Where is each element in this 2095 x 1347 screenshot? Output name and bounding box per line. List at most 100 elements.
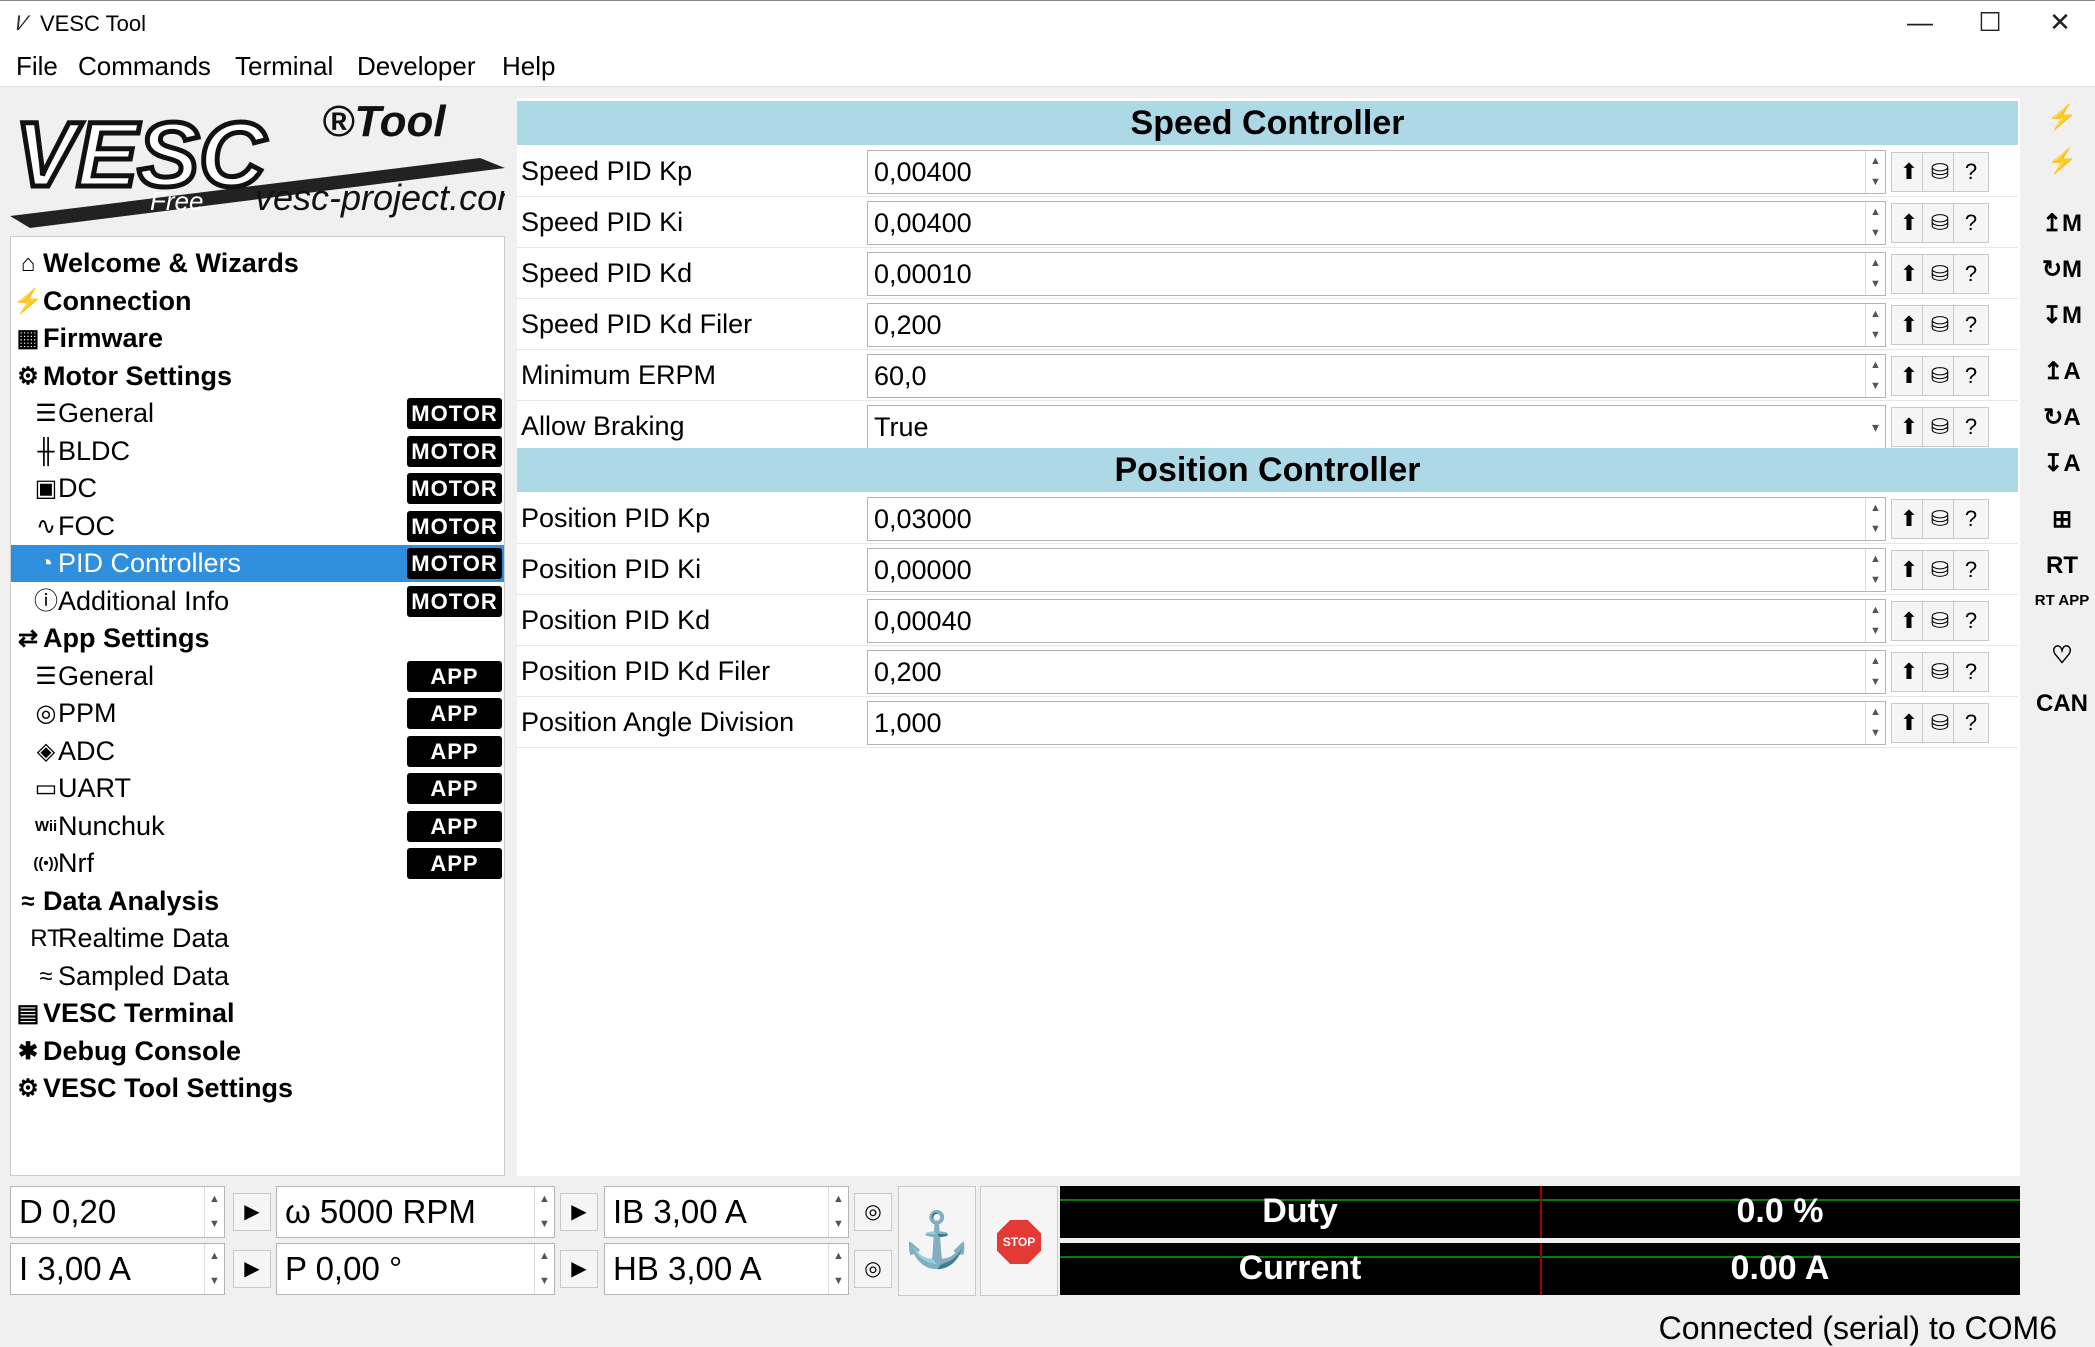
write-app-icon[interactable]: ↥A bbox=[2030, 350, 2094, 394]
menu-developer[interactable]: Developer bbox=[357, 51, 476, 82]
tree-item-bldc[interactable]: ╫ BLDC MOTOR bbox=[11, 433, 504, 470]
param-spinbox[interactable]: 0,00400 ▲ ▼ bbox=[867, 150, 1886, 194]
anchor-button[interactable]: ⚓ bbox=[898, 1186, 976, 1296]
tree-item-connection[interactable]: ⚡ Connection bbox=[11, 283, 504, 320]
tree-item-app-settings[interactable]: ⇄ App Settings bbox=[11, 620, 504, 657]
brake-value: IB 3,00 A bbox=[613, 1193, 747, 1230]
realtime-icon[interactable]: RT bbox=[2030, 544, 2094, 588]
spin-arrows-icon[interactable]: ▲ ▼ bbox=[1865, 304, 1885, 346]
param-help-button[interactable]: ? bbox=[1953, 356, 1989, 396]
param-help-button[interactable]: ? bbox=[1953, 601, 1989, 641]
menu-file[interactable]: File bbox=[16, 51, 58, 82]
brake-play-button[interactable]: ◎ bbox=[854, 1193, 892, 1231]
handbrake-play-button[interactable]: ◎ bbox=[854, 1250, 892, 1288]
param-spinbox[interactable]: 1,000 ▲ ▼ bbox=[867, 701, 1886, 745]
stop-button[interactable]: STOP bbox=[980, 1186, 1058, 1296]
tree-item-firmware[interactable]: ▦ Firmware bbox=[11, 320, 504, 357]
tree-item-pid-controllers[interactable]: ◔ PID Controllers MOTOR bbox=[11, 545, 504, 582]
param-spinbox[interactable]: 0,200 ▲ ▼ bbox=[867, 303, 1886, 347]
tree-item-debug-console[interactable]: ✱ Debug Console bbox=[11, 1033, 504, 1070]
tree-item-welcome-wizards[interactable]: ⌂ Welcome & Wizards bbox=[11, 245, 504, 282]
tree-item-general[interactable]: ☰ General APP bbox=[11, 658, 504, 695]
tree-item-dc[interactable]: ▣ DC MOTOR bbox=[11, 470, 504, 507]
handbrake-value: HB 3,00 A bbox=[613, 1250, 762, 1287]
write-motor-icon[interactable]: ↥M bbox=[2030, 202, 2094, 246]
connect-icon[interactable]: ⚡ bbox=[2030, 96, 2094, 140]
tree-item-label: VESC Tool Settings bbox=[43, 1073, 294, 1103]
param-help-button[interactable]: ? bbox=[1953, 407, 1989, 447]
param-help-button[interactable]: ? bbox=[1953, 703, 1989, 743]
menu-help[interactable]: Help bbox=[502, 51, 555, 82]
tree-item-foc[interactable]: ∿ FOC MOTOR bbox=[11, 508, 504, 545]
handbrake-input[interactable]: HB 3,00 A ▲ ▼ bbox=[604, 1243, 849, 1295]
menu-terminal[interactable]: Terminal bbox=[235, 51, 333, 82]
minimize-button[interactable]: — bbox=[1885, 1, 1955, 46]
current-play-button[interactable]: ▶ bbox=[233, 1250, 271, 1288]
param-help-button[interactable]: ? bbox=[1953, 254, 1989, 294]
tree-item-vesc-tool-settings[interactable]: ⚙ VESC Tool Settings bbox=[11, 1070, 504, 1107]
param-help-button[interactable]: ? bbox=[1953, 305, 1989, 345]
tree-item-sampled-data[interactable]: ≈ Sampled Data bbox=[11, 958, 504, 995]
disconnect-icon[interactable]: ⚡ bbox=[2030, 140, 2094, 184]
spin-arrows-icon[interactable]: ▲ ▼ bbox=[1865, 151, 1885, 193]
tree-item-vesc-terminal[interactable]: ▤ VESC Terminal bbox=[11, 995, 504, 1032]
tree-item-realtime-data[interactable]: RT Realtime Data bbox=[11, 920, 504, 957]
param-help-button[interactable]: ? bbox=[1953, 550, 1989, 590]
param-spinbox[interactable]: 0,200 ▲ ▼ bbox=[867, 650, 1886, 694]
tree-item-data-analysis[interactable]: ≈ Data Analysis bbox=[11, 883, 504, 920]
upload-icon: ⬆ bbox=[1899, 659, 1919, 684]
app-icon: ⇄ bbox=[17, 625, 39, 652]
tree-item-label: App Settings bbox=[43, 623, 210, 653]
can-icon[interactable]: CAN bbox=[2030, 682, 2094, 726]
param-spinbox[interactable]: 0,00400 ▲ ▼ bbox=[867, 201, 1886, 245]
param-dropdown[interactable]: True ▾ bbox=[867, 405, 1886, 449]
spin-arrows-icon[interactable]: ▲ ▼ bbox=[1865, 498, 1885, 540]
tree-item-ppm[interactable]: ◎ PPM APP bbox=[11, 695, 504, 732]
param-spinbox[interactable]: 0,03000 ▲ ▼ bbox=[867, 497, 1886, 541]
position-play-button[interactable]: ▶ bbox=[560, 1250, 598, 1288]
param-spinbox[interactable]: 0,00010 ▲ ▼ bbox=[867, 252, 1886, 296]
spin-arrows-icon[interactable]: ▲ ▼ bbox=[1865, 600, 1885, 642]
tree-item-additional-info[interactable]: ⓘ Additional Info MOTOR bbox=[11, 583, 504, 620]
param-help-button[interactable]: ? bbox=[1953, 203, 1989, 243]
param-help-button[interactable]: ? bbox=[1953, 152, 1989, 192]
tree-item-adc[interactable]: ◈ ADC APP bbox=[11, 733, 504, 770]
rpm-input[interactable]: ω 5000 RPM ▲ ▼ bbox=[276, 1186, 555, 1238]
chevron-down-icon[interactable]: ▾ bbox=[1872, 406, 1879, 448]
param-spinbox[interactable]: 0,00040 ▲ ▼ bbox=[867, 599, 1886, 643]
tree-icon[interactable]: ⊞ bbox=[2030, 498, 2094, 542]
spin-arrows-icon[interactable]: ▲ ▼ bbox=[1865, 702, 1885, 744]
tree-item-general[interactable]: ☰ General MOTOR bbox=[11, 395, 504, 432]
param-help-button[interactable]: ? bbox=[1953, 652, 1989, 692]
logo-main: VESC bbox=[15, 104, 267, 206]
param-spinbox[interactable]: 0,00000 ▲ ▼ bbox=[867, 548, 1886, 592]
status-bar: Connected (serial) to COM6 bbox=[0, 1310, 2095, 1347]
heart-icon[interactable]: ♡ bbox=[2030, 634, 2094, 678]
duty-input[interactable]: D 0,20 ▲ ▼ bbox=[10, 1186, 225, 1238]
brake-input[interactable]: IB 3,00 A ▲ ▼ bbox=[604, 1186, 849, 1238]
tree-item-nunchuk[interactable]: Wii Nunchuk APP bbox=[11, 808, 504, 845]
rpm-play-button[interactable]: ▶ bbox=[560, 1193, 598, 1231]
param-help-button[interactable]: ? bbox=[1953, 499, 1989, 539]
menu-commands[interactable]: Commands bbox=[78, 51, 211, 82]
spin-arrows-icon[interactable]: ▲ ▼ bbox=[1865, 202, 1885, 244]
position-input[interactable]: P 0,00 ° ▲ ▼ bbox=[276, 1243, 555, 1295]
current-input[interactable]: I 3,00 A ▲ ▼ bbox=[10, 1243, 225, 1295]
reread-motor-icon[interactable]: ↻M bbox=[2030, 248, 2094, 292]
default-app-icon[interactable]: ↧A bbox=[2030, 442, 2094, 486]
tree-item-uart[interactable]: ▭ UART APP bbox=[11, 770, 504, 807]
duty-play-button[interactable]: ▶ bbox=[233, 1193, 271, 1231]
tree-item-motor-settings[interactable]: ⚙ Motor Settings bbox=[11, 358, 504, 395]
param-spinbox[interactable]: 60,0 ▲ ▼ bbox=[867, 354, 1886, 398]
spin-arrows-icon[interactable]: ▲ ▼ bbox=[1865, 355, 1885, 397]
default-motor-icon[interactable]: ↧M bbox=[2030, 294, 2094, 338]
realtime-app-icon[interactable]: RT APP bbox=[2030, 588, 2094, 632]
maximize-button[interactable]: ☐ bbox=[1955, 1, 2025, 46]
spin-arrows-icon[interactable]: ▲ ▼ bbox=[1865, 253, 1885, 295]
close-button[interactable]: ✕ bbox=[2025, 1, 2095, 46]
tree-item-nrf[interactable]: ((•)) Nrf APP bbox=[11, 845, 504, 882]
spin-arrows-icon[interactable]: ▲ ▼ bbox=[1865, 549, 1885, 591]
reread-app-icon[interactable]: ↻A bbox=[2030, 396, 2094, 440]
help-icon: ? bbox=[1964, 506, 1978, 531]
spin-arrows-icon[interactable]: ▲ ▼ bbox=[1865, 651, 1885, 693]
